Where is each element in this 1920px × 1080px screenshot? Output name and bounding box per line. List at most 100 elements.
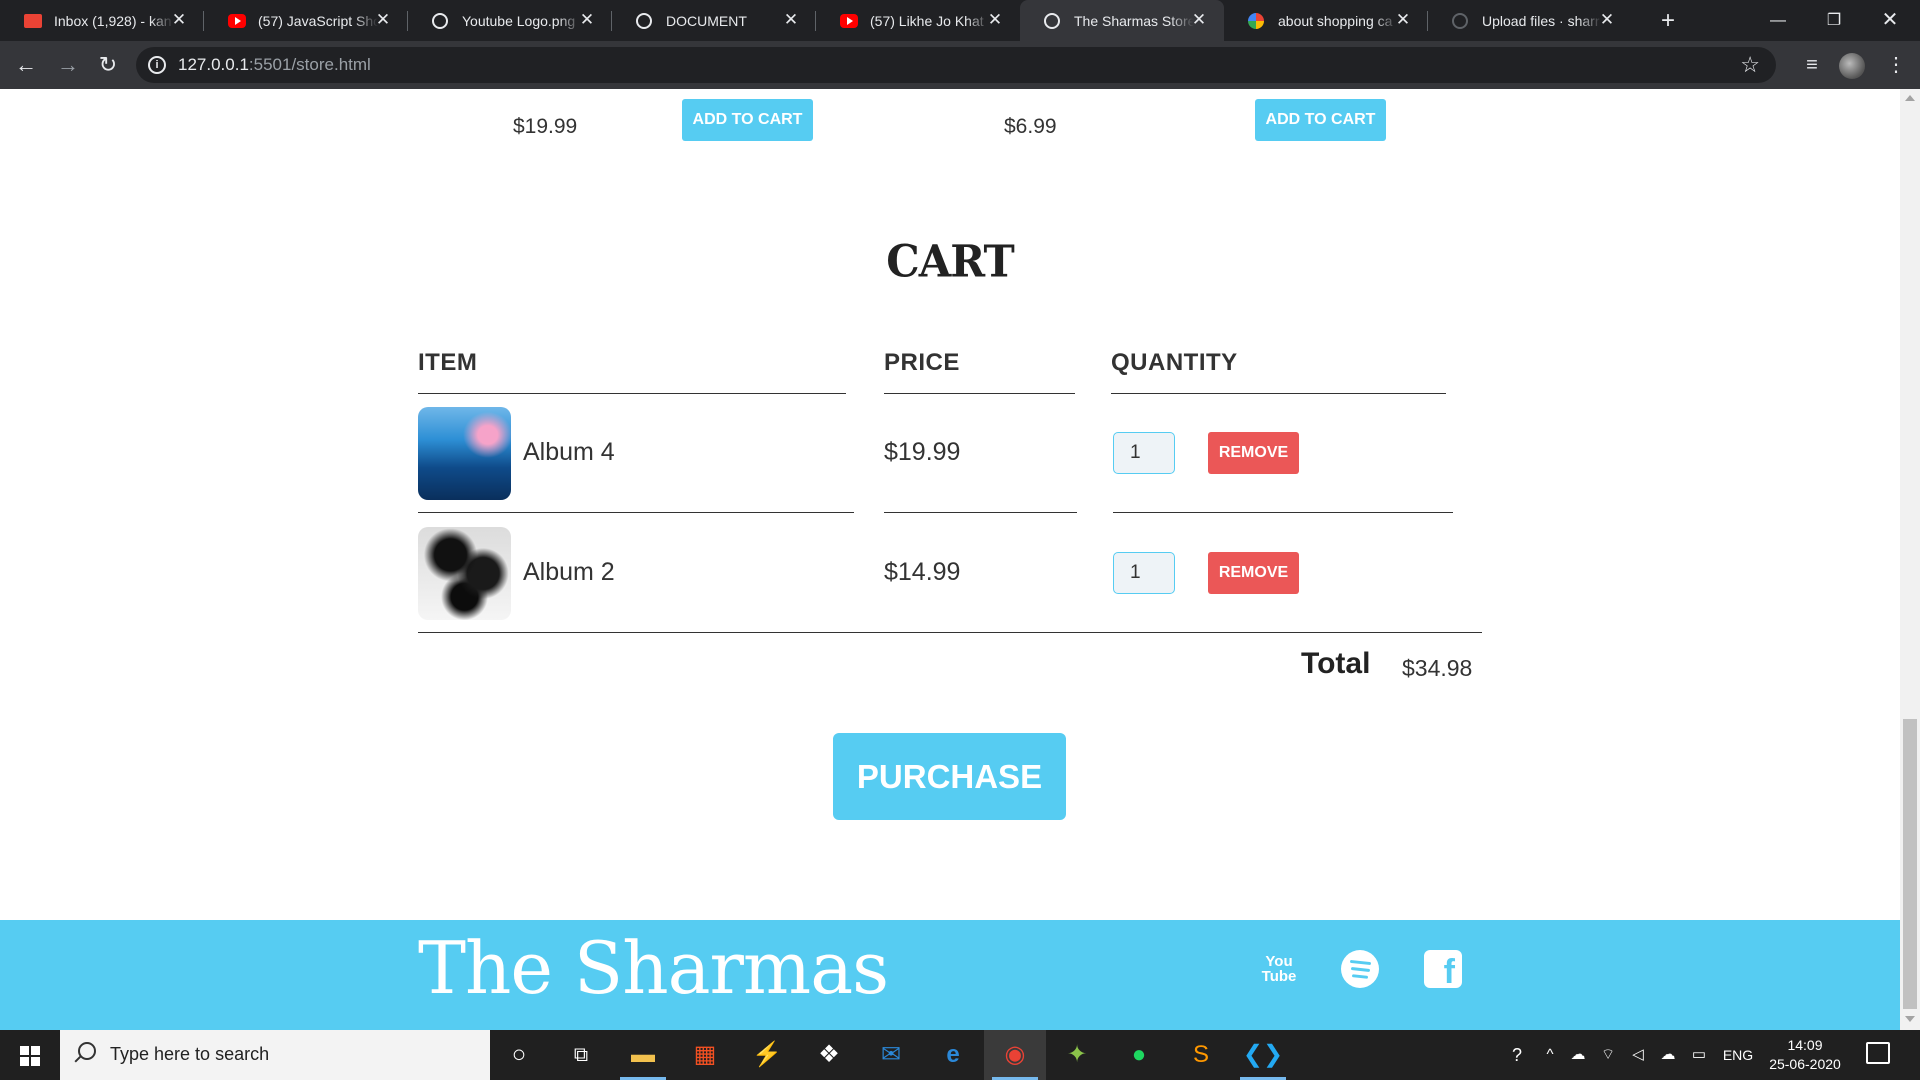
wifi-icon[interactable]: ⌔ xyxy=(1594,1030,1622,1080)
close-icon[interactable]: ✕ xyxy=(1392,9,1414,31)
close-window-button[interactable]: ✕ xyxy=(1862,0,1918,41)
back-button[interactable]: ← xyxy=(10,49,42,81)
spotify-icon[interactable] xyxy=(1341,950,1379,988)
globe-icon xyxy=(432,13,448,29)
column-header-quantity: QUANTITY xyxy=(1111,349,1238,376)
purchase-button[interactable]: PURCHASE xyxy=(833,733,1066,820)
row-divider xyxy=(418,512,854,513)
sublime-text-icon[interactable]: S xyxy=(1170,1030,1232,1080)
scrollbar-thumb[interactable] xyxy=(1903,719,1917,1009)
visual-studio-icon[interactable]: ⚡ xyxy=(736,1030,798,1080)
close-icon[interactable]: ✕ xyxy=(576,9,598,31)
minimize-button[interactable]: — xyxy=(1750,0,1806,41)
youtube-icon xyxy=(228,14,246,28)
show-hidden-icons-chevron-icon[interactable]: ^ xyxy=(1538,1030,1562,1080)
close-icon[interactable]: ✕ xyxy=(168,9,190,31)
tab-title: Inbox (1,928) - kan xyxy=(54,13,172,29)
tab-upload-files[interactable]: Upload files · sharr ✕ xyxy=(1428,0,1632,41)
tab-title: Upload files · sharr xyxy=(1482,13,1600,29)
profile-avatar[interactable] xyxy=(1839,53,1865,79)
clock-date: 25-06-2020 xyxy=(1769,1056,1841,1072)
total-label: Total xyxy=(1301,647,1371,680)
chrome-icon[interactable]: ◉ xyxy=(984,1030,1046,1080)
taskbar-search-box[interactable]: Type here to search xyxy=(60,1030,490,1080)
close-icon[interactable]: ✕ xyxy=(984,9,1006,31)
youtube-icon xyxy=(840,14,858,28)
quantity-input[interactable]: 1 xyxy=(1113,432,1175,474)
bookmark-star-icon[interactable]: ☆ xyxy=(1740,52,1760,78)
page-scrollbar[interactable] xyxy=(1900,89,1920,1030)
product-price: $19.99 xyxy=(513,115,578,138)
site-info-icon[interactable]: i xyxy=(148,56,166,74)
browser-tab-strip: Inbox (1,928) - kan ✕ (57) JavaScript Sh… xyxy=(0,0,1920,41)
dropbox-icon[interactable]: ❖ xyxy=(798,1030,860,1080)
task-view-icon[interactable]: ⧉ xyxy=(550,1030,612,1080)
url-text[interactable]: 127.0.0.1:5501/store.html xyxy=(178,55,371,75)
tab-likhe-jo-khat[interactable]: (57) Likhe Jo Khat ✕ xyxy=(816,0,1020,41)
product-price: $6.99 xyxy=(1004,115,1057,138)
tab-javascript[interactable]: (57) JavaScript Sho ✕ xyxy=(204,0,408,41)
battery-icon[interactable]: ▭ xyxy=(1684,1030,1714,1080)
github-icon xyxy=(1452,13,1468,29)
site-footer: The Sharmas You Tube f xyxy=(0,920,1900,1030)
close-icon[interactable]: ✕ xyxy=(780,9,802,31)
edge-icon[interactable]: e xyxy=(922,1030,984,1080)
tab-youtube-logo[interactable]: Youtube Logo.png ✕ xyxy=(408,0,612,41)
windows-taskbar: Type here to search ○ ⧉ ▬ ▦ ⚡ ❖ ✉ e ◉ ✦ … xyxy=(0,1030,1920,1080)
onedrive-icon[interactable]: ☁ xyxy=(1564,1030,1592,1080)
youtube-icon-text-bottom: Tube xyxy=(1261,968,1297,985)
tab-sharmas-store[interactable]: The Sharmas Store ✕ xyxy=(1020,0,1224,41)
cloud-upload-icon[interactable]: ☁ xyxy=(1654,1030,1682,1080)
add-to-cart-button[interactable]: ADD TO CART xyxy=(682,99,813,141)
microsoft-store-icon[interactable]: ▦ xyxy=(674,1030,736,1080)
android-studio-icon[interactable]: ✦ xyxy=(1046,1030,1108,1080)
cart-item-price: $14.99 xyxy=(884,558,961,586)
clock-time: 14:09 xyxy=(1787,1037,1823,1053)
browser-toolbar: ← → ↻ i 127.0.0.1:5501/store.html ☆ ≡ ⋮ xyxy=(0,41,1920,89)
cortana-icon[interactable]: ○ xyxy=(488,1030,550,1080)
close-icon[interactable]: ✕ xyxy=(1188,9,1210,31)
facebook-icon[interactable]: f xyxy=(1424,950,1462,988)
forward-button[interactable]: → xyxy=(52,49,84,81)
cart-item-name: Album 4 xyxy=(523,438,615,466)
globe-icon xyxy=(1044,13,1060,29)
input-language[interactable]: ENG xyxy=(1716,1030,1760,1080)
tab-about-shopping[interactable]: about shopping ca ✕ xyxy=(1224,0,1428,41)
remove-button[interactable]: REMOVE xyxy=(1208,432,1299,474)
restore-button[interactable]: ❐ xyxy=(1806,0,1862,41)
column-header-item: ITEM xyxy=(418,349,478,376)
menu-kebab-icon[interactable]: ⋮ xyxy=(1880,49,1912,81)
footer-brand-title: The Sharmas xyxy=(418,926,889,1010)
file-explorer-icon[interactable]: ▬ xyxy=(612,1030,674,1080)
mail-icon[interactable]: ✉ xyxy=(860,1030,922,1080)
vscode-icon[interactable]: ❮❯ xyxy=(1232,1030,1294,1080)
scroll-down-arrow-icon[interactable] xyxy=(1905,1016,1915,1022)
media-control-icon[interactable]: ≡ xyxy=(1796,49,1828,81)
youtube-icon[interactable]: You Tube xyxy=(1259,950,1299,990)
reload-button[interactable]: ↻ xyxy=(92,49,124,81)
remove-button[interactable]: REMOVE xyxy=(1208,552,1299,594)
cart-heading: CART xyxy=(886,235,1014,288)
tab-inbox[interactable]: Inbox (1,928) - kan ✕ xyxy=(0,0,204,41)
volume-icon[interactable]: ◁ xyxy=(1624,1030,1652,1080)
tab-document[interactable]: DOCUMENT ✕ xyxy=(612,0,816,41)
add-to-cart-button[interactable]: ADD TO CART xyxy=(1255,99,1386,141)
quantity-input[interactable]: 1 xyxy=(1113,552,1175,594)
spotify-taskbar-icon[interactable]: ● xyxy=(1108,1030,1170,1080)
close-icon[interactable]: ✕ xyxy=(1596,9,1618,31)
windows-start-button[interactable] xyxy=(0,1030,60,1080)
address-bar[interactable]: i 127.0.0.1:5501/store.html ☆ xyxy=(136,47,1776,83)
album-4-thumbnail xyxy=(418,407,511,500)
cart-item-name: Album 2 xyxy=(523,558,615,586)
tab-title: (57) JavaScript Sho xyxy=(258,13,378,29)
scroll-up-arrow-icon[interactable] xyxy=(1905,95,1915,101)
tab-title: Youtube Logo.png xyxy=(462,13,576,29)
tab-title: The Sharmas Store xyxy=(1074,13,1194,29)
close-icon[interactable]: ✕ xyxy=(372,9,394,31)
notification-center-icon[interactable] xyxy=(1866,1042,1890,1064)
row-divider xyxy=(884,512,1077,513)
help-icon[interactable]: ? xyxy=(1500,1030,1534,1080)
page-viewport: $19.99 ADD TO CART $6.99 ADD TO CART CAR… xyxy=(0,89,1900,1030)
system-clock[interactable]: 14:09 25-06-2020 xyxy=(1760,1036,1850,1074)
new-tab-button[interactable]: + xyxy=(1654,7,1682,35)
